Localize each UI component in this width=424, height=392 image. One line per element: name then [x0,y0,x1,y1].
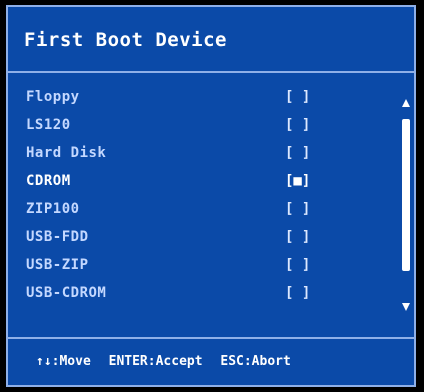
list-item-cdrom[interactable]: CDROM [■] [8,169,388,195]
list-item-usb-fdd[interactable]: USB-FDD [ ] [8,225,388,251]
list-item-label: USB-ZIP [26,257,89,273]
list-item-label: USB-FDD [26,229,89,245]
boot-device-list: Floppy [ ] LS120 [ ] Hard Disk [ ] CDROM… [8,85,414,325]
list-item-checkbox[interactable]: [ ] [285,117,310,133]
dialog-title: First Boot Device [24,29,227,51]
list-item-label: Hard Disk [26,145,107,161]
dialog-title-bar: First Boot Device [8,7,414,73]
list-item-checkbox[interactable]: [■] [285,173,310,189]
help-text: ↑↓:Move ENTER:Accept ESC:Abort [36,354,301,369]
boot-device-dialog: First Boot Device Floppy [ ] LS120 [ ] H… [6,5,416,387]
list-item-label: CDROM [26,173,71,189]
list-item-label: LS120 [26,117,71,133]
help-move: ↑↓:Move [36,354,91,369]
list-item-floppy[interactable]: Floppy [ ] [8,85,388,111]
list-item-checkbox[interactable]: [ ] [285,229,310,245]
triangle-down-icon[interactable] [402,303,410,311]
list-item-checkbox[interactable]: [ ] [285,89,310,105]
list-item-label: ZIP100 [26,201,80,217]
list-item-label: Floppy [26,89,80,105]
help-bar: ↑↓:Move ENTER:Accept ESC:Abort [8,337,414,385]
list-item-checkbox[interactable]: [ ] [285,257,310,273]
list-item-usb-zip[interactable]: USB-ZIP [ ] [8,253,388,279]
triangle-up-icon[interactable] [402,99,410,107]
help-accept: ENTER:Accept [108,354,203,369]
list-item-usb-cdrom[interactable]: USB-CDROM [ ] [8,281,388,307]
list-item-label: USB-CDROM [26,285,107,301]
scrollbar-thumb[interactable] [402,119,410,271]
help-abort: ESC:Abort [220,354,291,369]
list-item-checkbox[interactable]: [ ] [285,145,310,161]
list-item-checkbox[interactable]: [ ] [285,285,310,301]
list-item-zip100[interactable]: ZIP100 [ ] [8,197,388,223]
list-item-checkbox[interactable]: [ ] [285,201,310,217]
list-item-ls120[interactable]: LS120 [ ] [8,113,388,139]
list-item-hard-disk[interactable]: Hard Disk [ ] [8,141,388,167]
